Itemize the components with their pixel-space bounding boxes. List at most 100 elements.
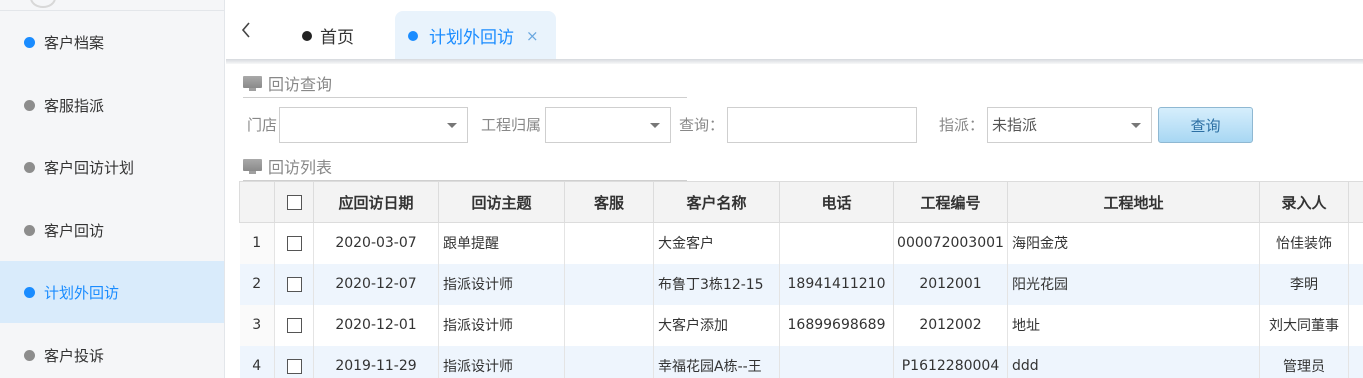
sidebar-item-unplanned-visit[interactable]: 计划外回访	[0, 261, 224, 323]
monitor-icon	[243, 75, 262, 91]
cell-filler	[1348, 222, 1363, 264]
row-number: 2	[239, 263, 275, 305]
table-row[interactable]: 3 2020-12-01 指派设计师 大客户添加 16899698689 201…	[239, 304, 1363, 346]
cell-service	[564, 222, 654, 264]
column-header[interactable]: 工程编号	[893, 181, 1008, 223]
cell-creator: 李明	[1259, 263, 1349, 305]
monitor-icon	[243, 158, 262, 174]
cell-customer: 大客户添加	[653, 304, 780, 346]
cell-customer: 大金客户	[653, 222, 780, 264]
sidebar-item-customer-visit[interactable]: 客户回访	[0, 199, 224, 261]
row-number-header	[239, 181, 275, 223]
column-header[interactable]: 电话	[779, 181, 894, 223]
cell-creator: 管理员	[1259, 345, 1349, 378]
caret-down-icon	[447, 123, 457, 128]
cell-date: 2020-12-01	[313, 304, 439, 346]
project-select[interactable]	[545, 107, 671, 143]
sidebar-item-complaint[interactable]: 客户投诉	[0, 324, 224, 378]
cell-project-code: P1612280004	[893, 345, 1008, 378]
cell-address: 地址	[1007, 304, 1260, 346]
bullet-dot-icon	[24, 36, 35, 48]
row-checkbox[interactable]	[286, 235, 302, 251]
row-select-cell	[274, 263, 314, 305]
cell-project-code: 000072003001	[893, 222, 1008, 264]
sidebar-item-label: 客服指派	[44, 96, 105, 115]
cell-date: 2020-03-07	[313, 222, 439, 264]
close-icon[interactable]: ×	[526, 27, 539, 45]
row-checkbox[interactable]	[286, 358, 302, 374]
cell-phone	[779, 222, 894, 264]
table-row[interactable]: 2 2020-12-07 指派设计师 布鲁丁3栋12-15 1894141121…	[239, 263, 1363, 305]
cell-topic: 指派设计师	[438, 304, 565, 346]
tab-bar-divider	[226, 59, 1363, 64]
column-header-filler	[1348, 181, 1363, 223]
cell-phone	[779, 345, 894, 378]
cell-project-code: 2012002	[893, 304, 1008, 346]
sidebar-item-label: 客户回访计划	[44, 158, 135, 177]
bullet-dot-icon	[24, 224, 35, 236]
sidebar-logo-area	[0, 0, 225, 11]
cell-filler	[1348, 263, 1363, 305]
tab-bar: 首页 计划外回访 ×	[226, 0, 1363, 60]
cell-filler	[1348, 345, 1363, 378]
cell-phone: 16899698689	[779, 304, 894, 346]
sidebar-item-service-assign[interactable]: 客服指派	[0, 74, 224, 136]
table-row[interactable]: 4 2019-11-29 指派设计师 幸福花园A栋--王 P1612280004…	[239, 345, 1363, 378]
store-label: 门店	[247, 116, 278, 134]
row-number: 4	[239, 345, 275, 378]
column-header[interactable]: 录入人	[1259, 181, 1349, 223]
section-title: 回访查询	[268, 75, 333, 94]
cell-creator: 怡佳装饰	[1259, 222, 1349, 264]
section-divider	[243, 97, 687, 98]
section-title: 回访列表	[268, 158, 333, 177]
tab-unplanned-visit[interactable]: 计划外回访 ×	[395, 11, 556, 60]
search-button[interactable]: 查询	[1158, 107, 1253, 143]
query-input[interactable]	[727, 107, 917, 143]
cell-address: 海阳金茂	[1007, 222, 1260, 264]
column-header[interactable]: 工程地址	[1007, 181, 1260, 223]
row-number: 3	[239, 304, 275, 346]
assign-select[interactable]: 未指派	[987, 107, 1152, 143]
sidebar-item-visit-plan[interactable]: 客户回访计划	[0, 136, 224, 198]
bullet-dot-icon	[24, 286, 35, 298]
column-header[interactable]: 回访主题	[438, 181, 565, 223]
row-select-cell	[274, 304, 314, 346]
cell-customer: 幸福花园A栋--王	[653, 345, 780, 378]
caret-down-icon	[650, 123, 660, 128]
sidebar-item-label: 计划外回访	[44, 283, 120, 302]
row-checkbox[interactable]	[286, 276, 302, 292]
store-select[interactable]	[279, 107, 468, 143]
cell-service	[564, 345, 654, 378]
cell-creator: 刘大同董事	[1259, 304, 1349, 346]
tab-label: 计划外回访	[429, 28, 514, 48]
sidebar-item-label: 客户回访	[44, 221, 105, 240]
sidebar-item-customer-archive[interactable]: 客户档案	[0, 11, 224, 73]
cell-service	[564, 304, 654, 346]
select-all-cell	[274, 181, 314, 223]
cell-address: 阳光花园	[1007, 263, 1260, 305]
cell-date: 2019-11-29	[313, 345, 439, 378]
logo-icon	[30, 0, 56, 8]
chevron-left-icon[interactable]	[236, 18, 256, 42]
sidebar-item-label: 客户投诉	[44, 346, 105, 365]
row-checkbox[interactable]	[286, 317, 302, 333]
row-select-cell	[274, 345, 314, 378]
query-section-header: 回访查询	[243, 70, 1243, 96]
column-header[interactable]: 客户名称	[653, 181, 780, 223]
cell-project-code: 2012001	[893, 263, 1008, 305]
cell-date: 2020-12-07	[313, 263, 439, 305]
cell-customer: 布鲁丁3栋12-15	[653, 263, 780, 305]
column-header[interactable]: 应回访日期	[313, 181, 439, 223]
cell-phone: 18941411210	[779, 263, 894, 305]
tab-home[interactable]: 首页	[302, 11, 354, 60]
cell-topic: 指派设计师	[438, 345, 565, 378]
bullet-dot-icon	[24, 349, 35, 361]
cell-topic: 跟单提醒	[438, 222, 565, 264]
select-all-checkbox[interactable]	[286, 195, 302, 210]
sidebar: 客户档案 客服指派 客户回访计划 客户回访 计划外回访 客户投诉	[0, 0, 225, 378]
tab-dot-icon	[408, 30, 418, 41]
cell-topic: 指派设计师	[438, 263, 565, 305]
caret-down-icon	[1131, 123, 1141, 128]
column-header[interactable]: 客服	[564, 181, 654, 223]
table-row[interactable]: 1 2020-03-07 跟单提醒 大金客户 000072003001 海阳金茂…	[239, 222, 1363, 264]
